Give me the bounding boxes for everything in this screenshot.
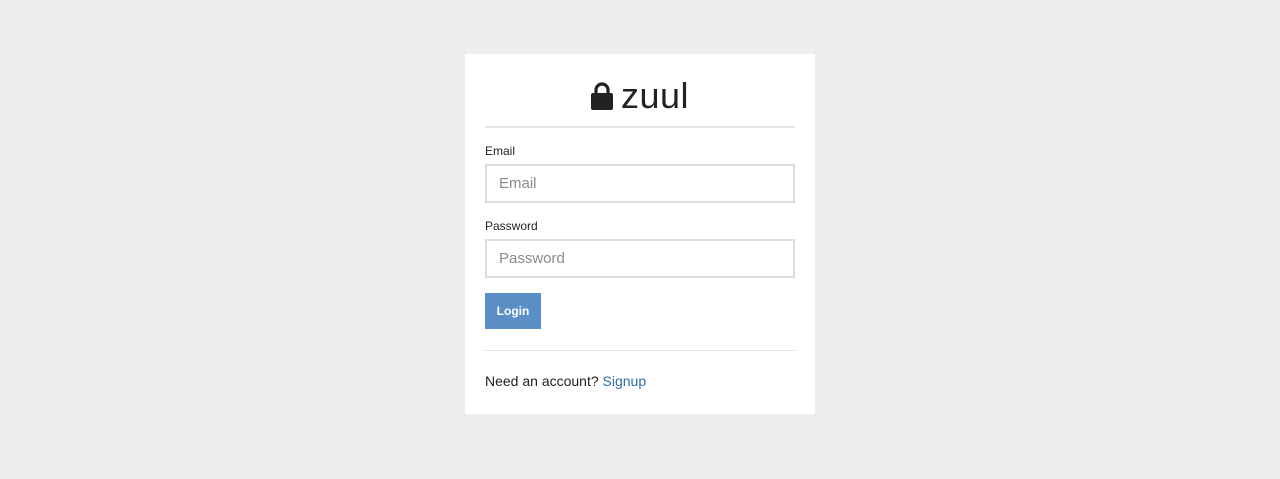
signup-link[interactable]: Signup [603, 373, 647, 389]
password-field[interactable] [485, 239, 795, 278]
email-field[interactable] [485, 164, 795, 203]
divider [485, 350, 795, 351]
lock-icon [590, 82, 613, 110]
email-label: Email [485, 144, 516, 158]
brand-header: zuul [485, 54, 795, 128]
login-button[interactable]: Login [485, 293, 541, 329]
brand-name: zuul [620, 75, 690, 116]
signup-prompt: Need an account? [485, 373, 599, 389]
login-card: zuul Email Password Login Need an accoun… [465, 54, 815, 414]
password-label: Password [485, 219, 538, 233]
signup-row: Need an account? Signup [485, 373, 795, 389]
